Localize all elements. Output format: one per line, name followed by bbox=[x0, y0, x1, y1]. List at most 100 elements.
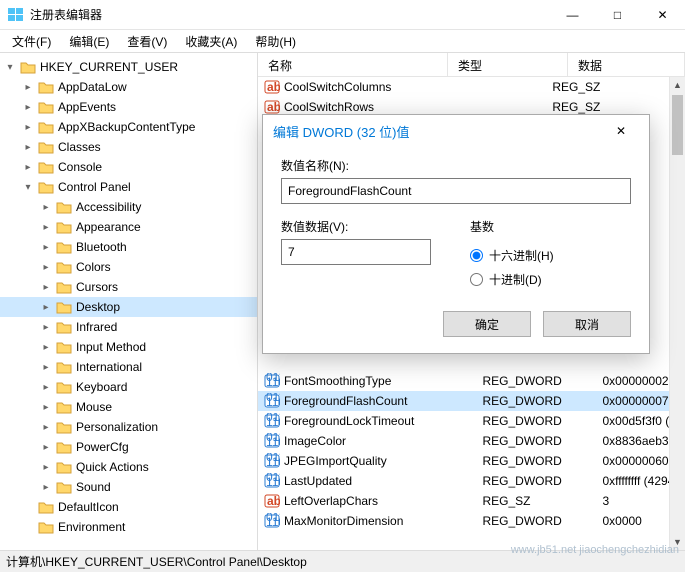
menu-view[interactable]: 查看(V) bbox=[119, 31, 175, 52]
scrollbar-thumb[interactable] bbox=[672, 95, 683, 155]
radio-dec[interactable]: 十进制(D) bbox=[470, 267, 631, 291]
column-header-data[interactable]: 数据 bbox=[568, 53, 685, 76]
tree-node[interactable]: ▸PowerCfg bbox=[0, 437, 257, 457]
chevron-down-icon[interactable]: ▾ bbox=[22, 182, 34, 193]
folder-icon bbox=[38, 160, 54, 174]
radio-hex-label: 十六进制(H) bbox=[489, 247, 554, 264]
tree-root-node[interactable]: ▾ HKEY_CURRENT_USER bbox=[0, 57, 257, 77]
minimize-button[interactable]: — bbox=[550, 0, 595, 30]
tree-node[interactable]: ▸ Appearance bbox=[0, 217, 257, 237]
chevron-right-icon[interactable]: ▸ bbox=[40, 482, 52, 493]
chevron-right-icon[interactable]: ▸ bbox=[40, 222, 52, 233]
chevron-right-icon[interactable]: ▸ bbox=[40, 262, 52, 273]
folder-icon bbox=[56, 340, 72, 354]
chevron-right-icon[interactable]: ▸ bbox=[40, 202, 52, 213]
value-name: JPEGImportQuality bbox=[284, 454, 387, 468]
tree-node[interactable]: ▸AppDataLow bbox=[0, 77, 257, 97]
value-row[interactable]: abCoolSwitchColumnsREG_SZ7 bbox=[258, 77, 685, 97]
menu-edit[interactable]: 编辑(E) bbox=[61, 31, 117, 52]
dword-value-icon: 011110 bbox=[264, 393, 280, 409]
vertical-scrollbar[interactable]: ▲ ▼ bbox=[669, 77, 685, 550]
chevron-down-icon[interactable]: ▾ bbox=[4, 62, 16, 73]
maximize-button[interactable]: □ bbox=[595, 0, 640, 30]
folder-icon bbox=[56, 300, 72, 314]
string-value-icon: ab bbox=[264, 493, 280, 509]
radio-dec-input[interactable] bbox=[470, 273, 483, 286]
menu-help[interactable]: 帮助(H) bbox=[247, 31, 304, 52]
tree-node[interactable]: ▸AppEvents bbox=[0, 97, 257, 117]
column-header-type[interactable]: 类型 bbox=[448, 53, 568, 76]
chevron-right-icon[interactable]: ▸ bbox=[40, 322, 52, 333]
tree-node-label: Sound bbox=[76, 480, 117, 494]
value-row[interactable]: 011110FontSmoothingTypeREG_DWORD0x000000… bbox=[258, 371, 685, 391]
tree-node[interactable]: ▸Personalization bbox=[0, 417, 257, 437]
folder-icon bbox=[56, 400, 72, 414]
tree-node[interactable]: ▸ Classes bbox=[0, 137, 257, 157]
chevron-right-icon[interactable]: ▸ bbox=[40, 342, 52, 353]
chevron-right-icon[interactable]: ▸ bbox=[22, 142, 34, 153]
tree-node[interactable]: ▸ Sound bbox=[0, 477, 257, 497]
chevron-right-icon[interactable]: ▸ bbox=[22, 162, 34, 173]
value-row[interactable]: 011110JPEGImportQualityREG_DWORD0x000000… bbox=[258, 451, 685, 471]
radio-hex-input[interactable] bbox=[470, 249, 483, 262]
tree-node[interactable]: ▾Control Panel bbox=[0, 177, 257, 197]
value-row[interactable]: 011110MaxMonitorDimensionREG_DWORD0x0000 bbox=[258, 511, 685, 531]
tree-node[interactable]: ▸Keyboard bbox=[0, 377, 257, 397]
value-name: CoolSwitchRows bbox=[284, 100, 374, 114]
folder-icon bbox=[56, 200, 72, 214]
folder-icon bbox=[56, 380, 72, 394]
menu-favorites[interactable]: 收藏夹(A) bbox=[177, 31, 245, 52]
chevron-right-icon[interactable]: ▸ bbox=[40, 462, 52, 473]
value-row[interactable]: abLeftOverlapCharsREG_SZ3 bbox=[258, 491, 685, 511]
folder-icon bbox=[38, 180, 54, 194]
ok-button[interactable]: 确定 bbox=[443, 311, 531, 337]
tree-pane[interactable]: ▾ HKEY_CURRENT_USER ▸AppDataLow▸AppEvent… bbox=[0, 53, 258, 550]
value-name: FontSmoothingType bbox=[284, 374, 391, 388]
chevron-right-icon[interactable]: ▸ bbox=[40, 402, 52, 413]
chevron-right-icon[interactable]: ▸ bbox=[22, 82, 34, 93]
tree-node[interactable]: ▸ Desktop bbox=[0, 297, 257, 317]
chevron-right-icon[interactable]: ▸ bbox=[40, 442, 52, 453]
cancel-button[interactable]: 取消 bbox=[543, 311, 631, 337]
chevron-right-icon[interactable]: ▸ bbox=[40, 362, 52, 373]
tree-node[interactable]: ▸Colors bbox=[0, 257, 257, 277]
chevron-right-icon[interactable]: ▸ bbox=[40, 422, 52, 433]
tree-node-label: Desktop bbox=[76, 300, 126, 314]
value-row[interactable]: 011110LastUpdatedREG_DWORD0xffffffff (42… bbox=[258, 471, 685, 491]
chevron-right-icon[interactable]: ▸ bbox=[40, 302, 52, 313]
tree-node[interactable]: ▸DefaultIcon bbox=[0, 497, 257, 517]
chevron-right-icon[interactable]: ▸ bbox=[40, 242, 52, 253]
tree-node[interactable]: ▸International bbox=[0, 357, 257, 377]
close-button[interactable]: ✕ bbox=[640, 0, 685, 30]
menu-file[interactable]: 文件(F) bbox=[4, 31, 59, 52]
tree-node[interactable]: ▸AppXBackupContentType bbox=[0, 117, 257, 137]
value-data-field[interactable] bbox=[281, 239, 431, 265]
titlebar: 注册表编辑器 — □ ✕ bbox=[0, 0, 685, 30]
chevron-right-icon[interactable]: ▸ bbox=[22, 122, 34, 133]
tree-node[interactable]: ▸Infrared bbox=[0, 317, 257, 337]
tree-node[interactable]: ▸Accessibility bbox=[0, 197, 257, 217]
svg-text:110: 110 bbox=[266, 375, 280, 389]
column-header-name[interactable]: 名称 bbox=[258, 53, 448, 76]
tree-node[interactable]: ▸Console bbox=[0, 157, 257, 177]
dialog-close-button[interactable]: ✕ bbox=[603, 117, 639, 145]
value-row[interactable]: 011110ForegroundFlashCountREG_DWORD0x000… bbox=[258, 391, 685, 411]
dword-value-icon: 011110 bbox=[264, 473, 280, 489]
tree-node-label: Classes bbox=[58, 140, 107, 154]
tree-node[interactable]: ▸Environment bbox=[0, 517, 257, 537]
value-row[interactable]: 011110ImageColorREG_DWORD0x8836aeb3 ( bbox=[258, 431, 685, 451]
tree-node[interactable]: ▸Cursors bbox=[0, 277, 257, 297]
tree-node[interactable]: ▸Bluetooth bbox=[0, 237, 257, 257]
tree-node[interactable]: ▸Input Method bbox=[0, 337, 257, 357]
tree-node[interactable]: ▸Mouse bbox=[0, 397, 257, 417]
value-name-field[interactable] bbox=[281, 178, 631, 204]
tree-node[interactable]: ▸Quick Actions bbox=[0, 457, 257, 477]
radio-hex[interactable]: 十六进制(H) bbox=[470, 243, 631, 267]
chevron-right-icon[interactable]: ▸ bbox=[22, 102, 34, 113]
value-row[interactable]: 011110ForegroundLockTimeoutREG_DWORD0x00… bbox=[258, 411, 685, 431]
scroll-up-icon[interactable]: ▲ bbox=[670, 77, 685, 93]
tree-node-label: Appearance bbox=[76, 220, 147, 234]
chevron-right-icon[interactable]: ▸ bbox=[40, 382, 52, 393]
chevron-right-icon[interactable]: ▸ bbox=[40, 282, 52, 293]
scroll-down-icon[interactable]: ▼ bbox=[670, 534, 685, 550]
